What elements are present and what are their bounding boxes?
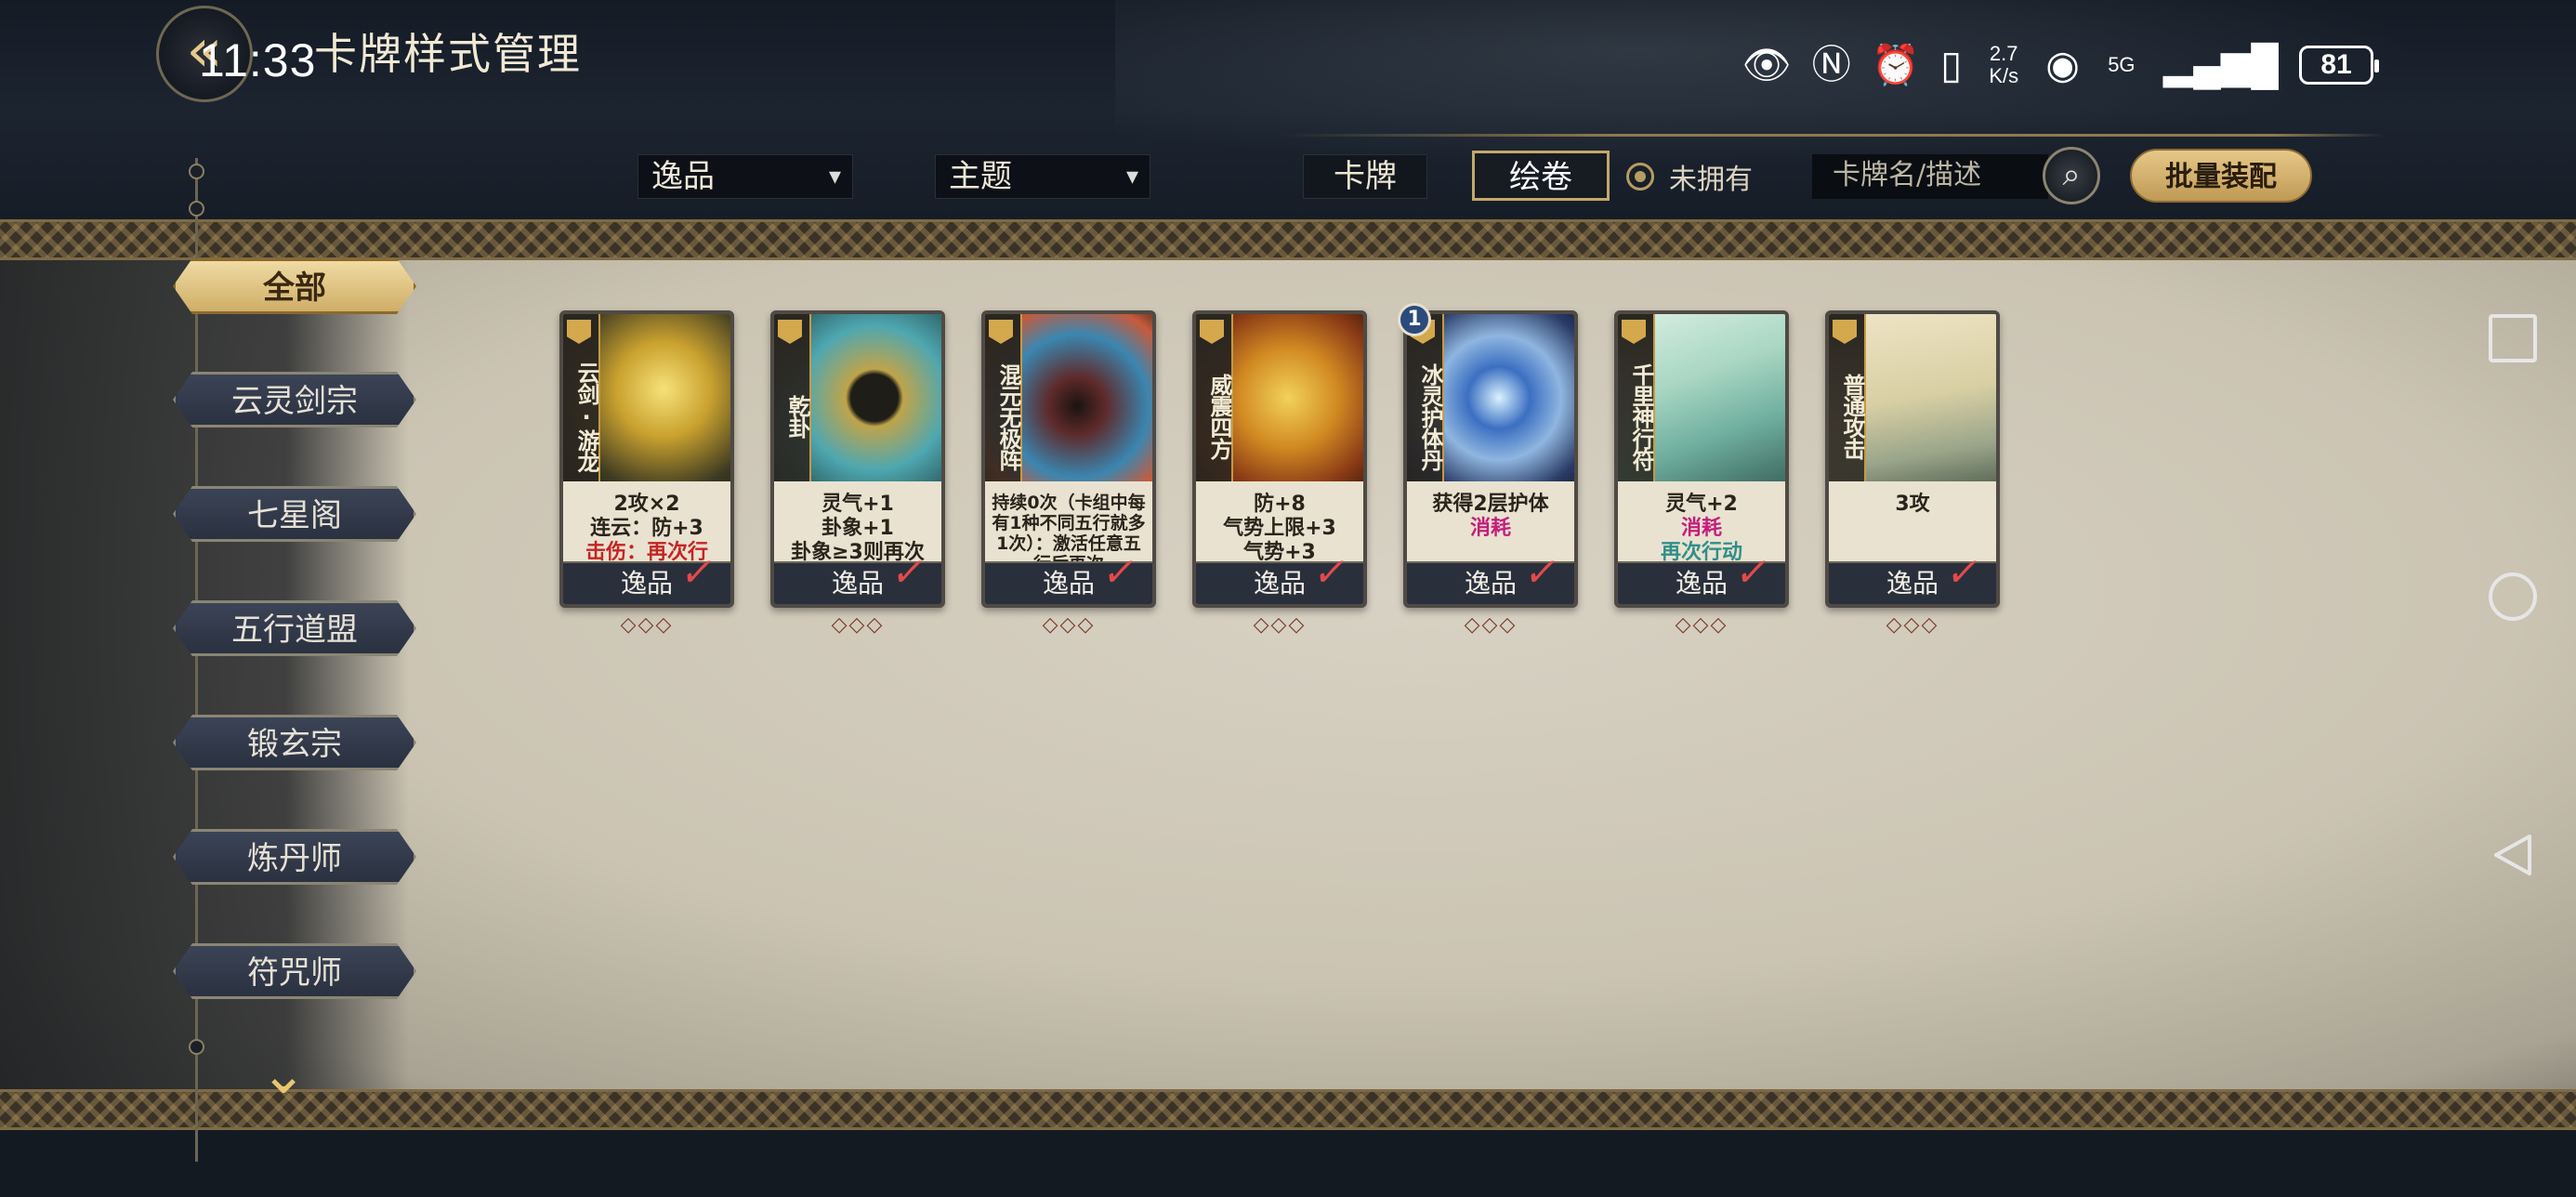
card-name: 乾卦 <box>774 314 811 481</box>
red-check-icon: ✓ <box>1731 549 1775 595</box>
grade-select[interactable]: 逸品 ▾ <box>637 154 853 199</box>
signal-icon: ▂▄▆█ <box>2162 43 2279 86</box>
card-name: 威震四方 <box>1196 314 1233 481</box>
card-description-line: 2攻×2 <box>613 493 680 516</box>
radio-icon[interactable] <box>1626 163 1654 191</box>
magnifier-icon: ⌕ <box>2062 156 2081 193</box>
card-item[interactable]: 威震四方 防+8 气势上限+3 气势+3 逸品 ✓ <box>1192 310 1367 608</box>
recents-button[interactable] <box>2489 314 2537 362</box>
red-check-icon: ✓ <box>677 549 720 595</box>
network-speed: 2.7 K/s <box>1982 43 2025 87</box>
page-title: 卡牌样式管理 <box>314 29 582 79</box>
red-check-icon: ✓ <box>1942 549 1986 595</box>
sidebar-item-qixing[interactable]: 七星阁 <box>173 486 416 542</box>
card-description-line: 防+8 <box>1254 493 1306 516</box>
card-rarity-pips: ◇◇◇ <box>831 613 885 637</box>
chevron-down-icon[interactable]: ⌄ <box>260 1046 307 1102</box>
sidebar-item-all[interactable]: 全部 <box>173 258 416 314</box>
battery-indicator: 81 <box>2299 46 2379 85</box>
search-button[interactable]: ⌕ <box>2043 147 2100 204</box>
card-item[interactable]: 千里神行符 灵气+2 消耗 再次行动 逸品 ✓ <box>1614 310 1789 608</box>
network-speed-unit: K/s <box>1989 64 2019 87</box>
red-check-icon: ✓ <box>1309 549 1353 595</box>
nfc-icon: Ⓝ <box>1811 43 1851 86</box>
card-name: 混元无极阵 <box>985 314 1022 481</box>
card-name: 普通攻击 <box>1829 314 1866 481</box>
card-name: 云剑·游龙 <box>563 314 600 481</box>
decorative-border-bottom <box>0 1089 2576 1130</box>
chevron-down-icon: ▾ <box>1125 163 1138 191</box>
sidebar-item-duanxuan[interactable]: 锻玄宗 <box>173 715 416 770</box>
card-rarity-pips: ◇◇◇ <box>1042 613 1096 637</box>
sidebar-item-wuxing[interactable]: 五行道盟 <box>173 600 416 656</box>
sidebar-node <box>189 1039 204 1055</box>
bottom-bar <box>0 1130 2576 1197</box>
sidebar-node <box>189 164 204 179</box>
sidebar-node <box>189 201 204 217</box>
eye-icon: 👁 <box>1741 43 1792 86</box>
card-name: 千里神行符 <box>1618 314 1655 481</box>
card-description-line: 获得2层护体 <box>1432 493 1549 516</box>
chevron-down-icon: ▾ <box>828 163 841 191</box>
tab-cards[interactable]: 卡牌 <box>1303 154 1427 199</box>
card-rarity-pips: ◇◇◇ <box>1464 613 1518 637</box>
card-rarity-pips: ◇◇◇ <box>1253 613 1307 637</box>
card-description-line: 连云：防+3 <box>590 517 703 540</box>
card-description-line: 灵气+2 <box>1665 493 1738 516</box>
status-bar-icons: 👁 Ⓝ ⏰ ▯ 2.7 K/s ◉ 5G ▂▄▆█ 81 <box>1741 35 2379 95</box>
vibrate-icon: ▯ <box>1940 43 1963 86</box>
card-rarity-pips: ◇◇◇ <box>1675 613 1728 637</box>
network-type: 5G <box>2108 53 2136 76</box>
card-item[interactable]: 普通攻击 3攻 逸品 ✓ <box>1825 310 2000 608</box>
red-check-icon: ✓ <box>887 549 931 595</box>
card-description-line: 3攻 <box>1895 493 1930 516</box>
card-description-line: 灵气+1 <box>821 493 894 516</box>
sidebar-item-liandan[interactable]: 炼丹师 <box>173 829 416 885</box>
status-time: 11:33 <box>199 34 317 86</box>
header-divider <box>1282 134 2385 137</box>
card-rarity-pips: ◇◇◇ <box>1886 613 1939 637</box>
red-check-icon: ✓ <box>1098 549 1142 595</box>
card-item[interactable]: 云剑·游龙 2攻×2 连云：防+3 击伤：再次行 逸品 ✓ <box>559 310 734 608</box>
hotspot-icon: ◉ <box>2045 43 2080 86</box>
search-input[interactable]: 卡牌名/描述 <box>1812 154 2048 199</box>
theme-select[interactable]: 主题 ▾ <box>935 154 1150 199</box>
back-nav-button[interactable] <box>2489 831 2537 879</box>
grade-select-value: 逸品 <box>651 158 715 195</box>
tab-scrolls[interactable]: 绘卷 <box>1472 151 1610 201</box>
sidebar-item-fuzhou[interactable]: 符咒师 <box>173 943 416 999</box>
card-item[interactable]: 混元无极阵持续0次（卡组中每有1种不同五行就多1次）：激活任意五行后再次逸品✓ <box>981 310 1156 608</box>
network-speed-value: 2.7 <box>1989 42 2018 65</box>
red-check-icon: ✓ <box>1520 549 1564 595</box>
unowned-toggle[interactable]: 未拥有 <box>1626 156 1753 197</box>
card-item[interactable]: 冰灵护体丹 获得2层护体 消耗 逸品 ✓ <box>1403 310 1578 608</box>
decorative-border-top <box>0 219 2576 260</box>
card-name: 冰灵护体丹 <box>1407 314 1444 481</box>
card-description-line: 消耗 <box>1469 517 1511 540</box>
batch-equip-button[interactable]: 批量装配 <box>2130 149 2312 203</box>
system-navigation <box>2444 0 2576 1197</box>
sidebar-item-yunling[interactable]: 云灵剑宗 <box>173 372 416 428</box>
theme-select-value: 主题 <box>949 158 1012 195</box>
card-item[interactable]: 乾卦 灵气+1 卦象+1 卦象≥3则再次 逸品 ✓ <box>770 310 945 608</box>
card-description-line: 气势上限+3 <box>1223 517 1336 540</box>
card-description-line: 卦象+1 <box>821 517 894 540</box>
upgrade-badge: 1 <box>1398 303 1431 336</box>
home-button[interactable] <box>2489 572 2537 621</box>
card-description-line: 消耗 <box>1680 517 1722 540</box>
unowned-label: 未拥有 <box>1669 164 1753 196</box>
triangle-back-icon <box>2494 835 2531 875</box>
card-rarity-pips: ◇◇◇ <box>620 613 674 637</box>
alarm-icon: ⏰ <box>1871 43 1921 86</box>
